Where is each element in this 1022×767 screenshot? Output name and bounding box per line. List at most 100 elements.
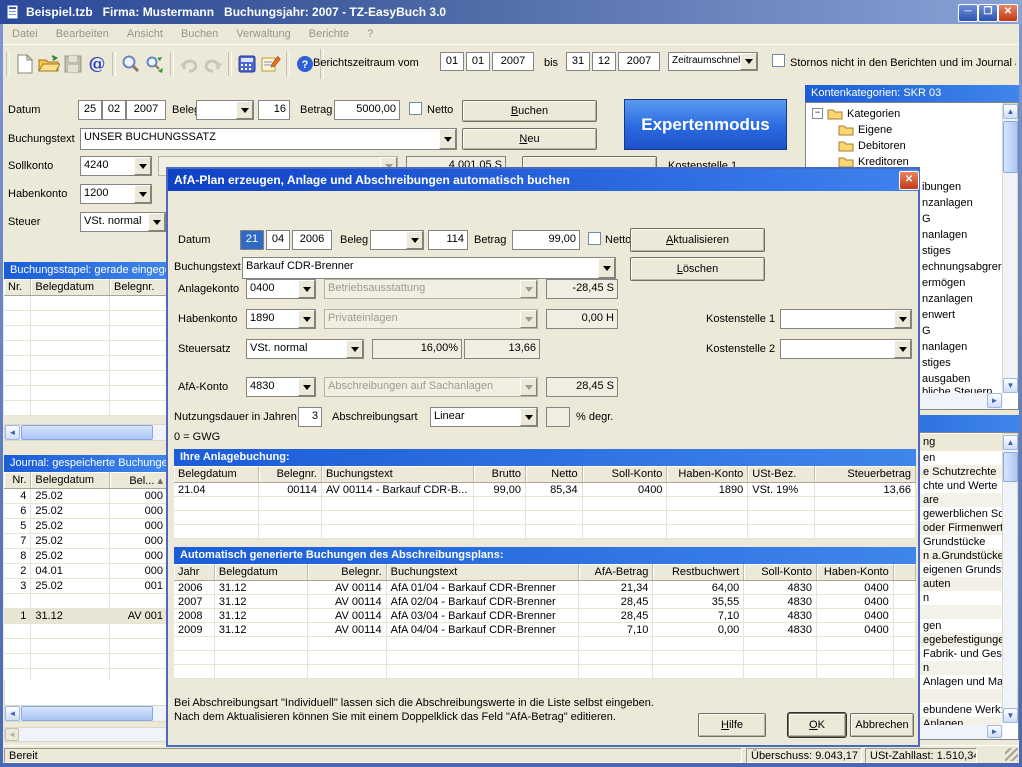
sollkonto-combo[interactable]: 4240 — [80, 156, 152, 176]
column-header[interactable]: Buchungstext — [386, 564, 578, 581]
table-row[interactable] — [4, 356, 168, 371]
column-header[interactable]: Steuerbetrag — [814, 466, 915, 483]
column-header[interactable]: USt-Bez. — [748, 466, 815, 483]
close-button[interactable]: ✕ — [998, 4, 1018, 22]
table-row[interactable] — [4, 386, 168, 401]
nutzungsdauer-field[interactable]: 3 — [298, 407, 322, 427]
column-header[interactable]: AfA-Betrag — [578, 564, 653, 581]
column-header[interactable]: Belegnr. — [259, 466, 322, 483]
open-folder-icon[interactable] — [37, 52, 61, 76]
column-header[interactable]: Netto — [526, 466, 583, 483]
dlg-netto-checkbox[interactable] — [588, 232, 601, 245]
chevron-down-icon[interactable] — [598, 258, 615, 278]
email-at-icon[interactable]: @ — [85, 52, 109, 76]
scroll-right-icon[interactable]: ► — [987, 725, 1002, 738]
beleg-nr-field[interactable]: 16 — [258, 100, 290, 120]
dlg-day-field[interactable]: 21 — [240, 230, 264, 250]
buchen-button[interactable]: Buchen — [462, 100, 597, 122]
form-month[interactable]: 02 — [102, 100, 126, 120]
tree-item-debitoren[interactable]: Debitoren — [838, 139, 906, 152]
scroll-up-icon[interactable]: ▲ — [1003, 435, 1018, 450]
column-header[interactable]: Haben-Konto — [667, 466, 748, 483]
afa-konto-combo[interactable]: 4830 — [246, 377, 316, 397]
column-header[interactable]: Soll-Konto — [744, 564, 817, 581]
maximize-button[interactable]: ❐ — [978, 4, 998, 22]
chevron-down-icon[interactable] — [346, 340, 363, 358]
table-row[interactable] — [174, 525, 916, 539]
redo-icon[interactable] — [201, 52, 225, 76]
table-row[interactable] — [4, 341, 168, 356]
menu-item-verwaltung[interactable]: Verwaltung — [227, 25, 299, 43]
table-row[interactable]: 21.0400114AV 00114 - Barkauf CDR-B...99,… — [174, 483, 916, 497]
stack-hscrollbar[interactable]: ◄ — [4, 424, 168, 441]
dlg-buchungstext-combo[interactable]: Barkauf CDR-Brenner — [242, 257, 616, 279]
scroll-down-icon[interactable]: ▼ — [1003, 708, 1018, 723]
table-row[interactable] — [4, 624, 168, 639]
abschreibungsart-combo[interactable]: Linear — [430, 407, 538, 427]
column-header[interactable]: Belegnr. — [307, 564, 386, 581]
column-header[interactable]: Nr. — [4, 279, 31, 296]
table-header-row[interactable]: Nr.BelegdatumBel... ▴ — [4, 472, 168, 489]
column-header[interactable]: Belegdatum — [31, 279, 110, 296]
scroll-left-icon[interactable]: ◄ — [5, 706, 20, 721]
scroll-thumb[interactable] — [21, 706, 153, 721]
column-header[interactable]: Nr. — [4, 472, 31, 489]
form-day[interactable]: 25 — [78, 100, 102, 120]
storno-checkbox[interactable] — [772, 54, 785, 67]
column-header[interactable]: Jahr — [174, 564, 214, 581]
table-row[interactable] — [174, 665, 916, 679]
edit-note-icon[interactable] — [259, 52, 283, 76]
buchungstext-combo[interactable]: UNSER BUCHUNGSSATZ — [80, 128, 457, 150]
period-to-year[interactable]: 2007 — [618, 52, 660, 71]
menu-item-berichte[interactable]: Berichte — [300, 25, 358, 43]
kostenstelle1-combo[interactable] — [780, 309, 912, 329]
table-row[interactable]: 525.02000 — [4, 519, 168, 534]
tree-item-fragment[interactable]: nzanlagen — [922, 197, 1018, 209]
netto-checkbox[interactable] — [409, 102, 422, 115]
table-row[interactable]: 325.02001 — [4, 579, 168, 594]
table-header-row[interactable]: JahrBelegdatumBelegnr.BuchungstextAfA-Be… — [174, 564, 916, 581]
period-from-year[interactable]: 2007 — [492, 52, 534, 71]
table-row[interactable] — [174, 637, 916, 651]
menu-item-datei[interactable]: Datei — [3, 25, 47, 43]
steuersatz-combo[interactable]: VSt. normal — [246, 339, 364, 359]
dlg-month-field[interactable]: 04 — [266, 230, 290, 250]
tree-item-fragment[interactable]: nanlagen — [922, 229, 1018, 241]
table-row[interactable]: 200731.12AV 00114AfA 02/04 - Barkauf CDR… — [174, 595, 916, 609]
scroll-right-icon[interactable]: ► — [987, 393, 1002, 408]
scroll-thumb[interactable] — [21, 425, 153, 440]
journal-hscrollbar[interactable]: ◄ — [4, 705, 168, 722]
table-row[interactable]: 625.02000 — [4, 504, 168, 519]
scroll-thumb[interactable] — [1003, 121, 1018, 173]
table-row[interactable] — [4, 654, 168, 669]
chevron-down-icon[interactable] — [894, 310, 911, 328]
chevron-down-icon[interactable] — [740, 53, 757, 70]
dlg-year-field[interactable]: 2006 — [292, 230, 332, 250]
tree-item-fragment[interactable]: ermögen — [922, 277, 1018, 289]
scroll-up-icon[interactable]: ▲ — [1003, 104, 1018, 119]
chevron-down-icon[interactable] — [298, 310, 315, 328]
tree-item-fragment[interactable]: nanlagen — [922, 341, 1018, 353]
period-to-month[interactable]: 12 — [592, 52, 616, 71]
table-row[interactable] — [4, 594, 168, 609]
tree-item-fragment[interactable]: ausgaben — [922, 373, 1018, 385]
abbrechen-button[interactable]: Abbrechen — [850, 713, 914, 737]
table-row[interactable] — [4, 639, 168, 654]
column-header[interactable]: Belegdatum — [174, 466, 259, 483]
column-header[interactable] — [893, 564, 915, 581]
resize-grip[interactable] — [1005, 748, 1018, 761]
column-header[interactable]: Haben-Konto — [816, 564, 893, 581]
tree-item-fragment[interactable]: bliche Steuern — [922, 386, 1018, 393]
table-row[interactable]: 825.02000 — [4, 549, 168, 564]
betrag-field[interactable]: 5000,00 — [334, 100, 400, 120]
menu-item-?[interactable]: ? — [358, 25, 382, 43]
save-icon[interactable] — [61, 52, 85, 76]
collapse-icon[interactable]: − — [812, 108, 823, 119]
menu-item-ansicht[interactable]: Ansicht — [118, 25, 172, 43]
tree-item-fragment[interactable]: stiges — [922, 245, 1018, 257]
table-header-row[interactable]: Nr.BelegdatumBelegnr. — [4, 279, 168, 296]
table-row[interactable] — [4, 296, 168, 311]
chevron-down-icon[interactable] — [148, 213, 165, 231]
column-header[interactable]: Bel... ▴ — [110, 472, 168, 489]
anlagekonto-combo[interactable]: 0400 — [246, 279, 316, 299]
